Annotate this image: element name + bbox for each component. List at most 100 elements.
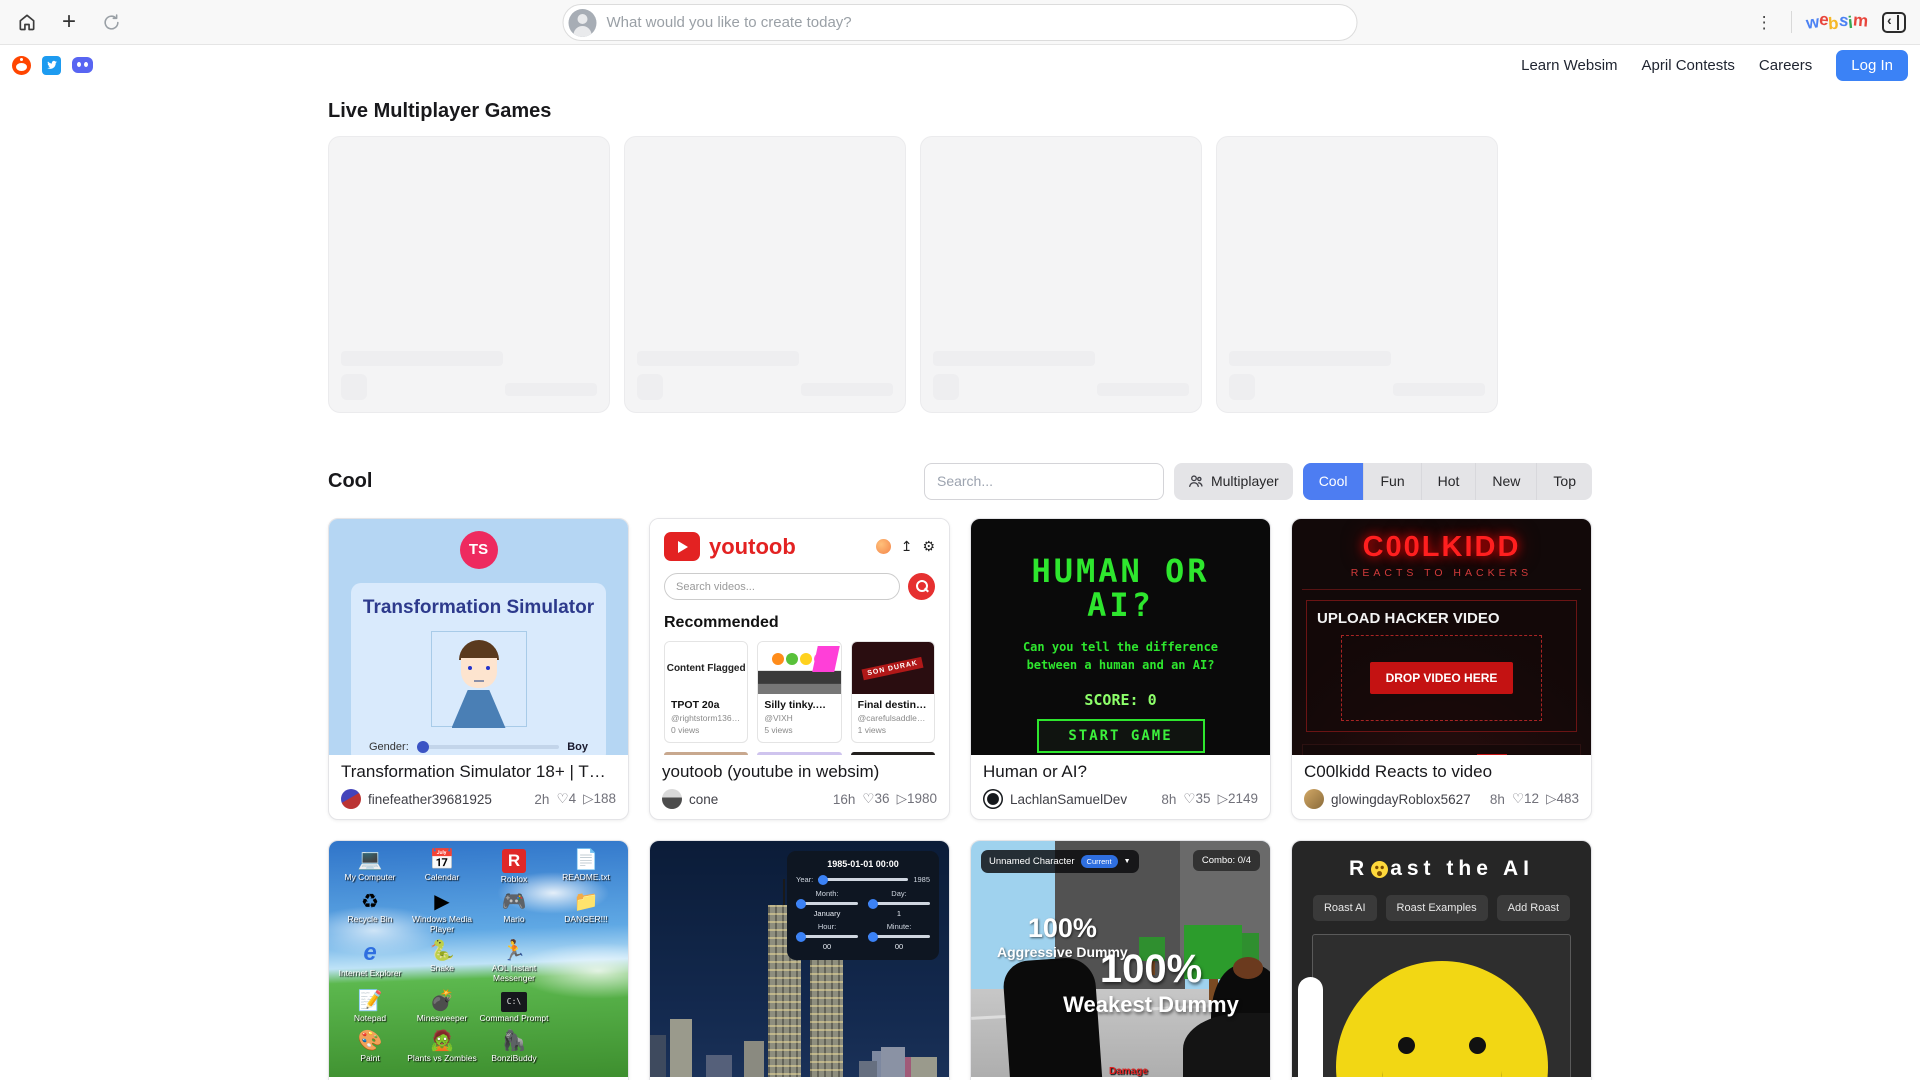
overflow-menu-icon[interactable]: ⋮ bbox=[1752, 14, 1777, 31]
game-card[interactable]: youtoob ↥ ⚙ Search videos... Recommended… bbox=[649, 518, 950, 820]
video-search-icon bbox=[908, 573, 935, 600]
tab-hot[interactable]: Hot bbox=[1421, 463, 1476, 500]
desktop-icon: C:\Command Prompt bbox=[479, 990, 549, 1024]
likes-icon: ♡ bbox=[862, 791, 874, 806]
author-name[interactable]: cone bbox=[689, 792, 718, 807]
author-avatar bbox=[1304, 789, 1324, 809]
desktop-icon: 🎨Paint bbox=[335, 1030, 405, 1064]
game-card[interactable]: TS Transformation Simulator Gender: Boy bbox=[328, 518, 629, 820]
combo-counter: Combo: 0/4 bbox=[1193, 850, 1260, 871]
game-card[interactable]: Rast the AI Roast AI Roast Examples Add … bbox=[1291, 840, 1592, 1080]
create-search-input[interactable] bbox=[607, 14, 1357, 31]
twitter-icon[interactable] bbox=[42, 56, 61, 75]
multiplayer-filter-button[interactable]: Multiplayer bbox=[1174, 463, 1293, 500]
game-thumbnail: 1985-01-01 00:00 Year: 1985 Month: Day: … bbox=[650, 841, 949, 1077]
game-title[interactable]: youtoob (youtube in websim) bbox=[662, 762, 937, 782]
sort-tabs: Cool Fun Hot New Top bbox=[1303, 463, 1592, 500]
game-card[interactable]: C00LKIDD REACTS TO HACKERS UPLOAD HACKER… bbox=[1291, 518, 1592, 820]
desktop-icon: eInternet Explorer bbox=[335, 940, 405, 984]
desktop-icon: 📝Notepad bbox=[335, 990, 405, 1024]
tab-fun[interactable]: Fun bbox=[1363, 463, 1420, 500]
tab-cool[interactable]: Cool bbox=[1303, 463, 1364, 500]
current-badge: Current bbox=[1081, 855, 1118, 868]
thumb-heading: Transformation Simulator bbox=[361, 597, 596, 619]
hour-slider bbox=[796, 935, 858, 938]
game-card[interactable]: HUMAN ORAI? Can you tell the differenceb… bbox=[970, 518, 1271, 820]
author-name[interactable]: glowingdayRoblox5627 bbox=[1331, 792, 1471, 807]
nav-bar: Learn Websim April Contests Careers Log … bbox=[0, 45, 1920, 85]
refresh-icon[interactable] bbox=[98, 9, 124, 35]
author-name[interactable]: finefeather39681925 bbox=[368, 792, 492, 807]
character-selector: Unnamed Character Current ▼ bbox=[981, 850, 1139, 873]
live-game-card-skeleton[interactable] bbox=[624, 136, 906, 413]
peach-icon bbox=[876, 539, 891, 554]
game-card[interactable]: 1985-01-01 00:00 Year: 1985 Month: Day: … bbox=[649, 840, 950, 1080]
game-thumbnail: C00LKIDD REACTS TO HACKERS UPLOAD HACKER… bbox=[1292, 519, 1591, 755]
discord-icon[interactable] bbox=[72, 57, 93, 73]
damage-label: Damage bbox=[1109, 1066, 1148, 1077]
login-button[interactable]: Log In bbox=[1836, 50, 1908, 81]
add-roast-button: Add Roast bbox=[1497, 895, 1570, 921]
likes-icon: ♡ bbox=[1183, 791, 1195, 806]
create-search-bar[interactable] bbox=[563, 4, 1358, 41]
smiley-face bbox=[1336, 961, 1548, 1077]
nav-link-contests[interactable]: April Contests bbox=[1642, 57, 1735, 74]
game-card[interactable]: 100%Aggressive Dummy 100%Weakest Dummy U… bbox=[970, 840, 1271, 1080]
game-thumbnail: Rast the AI Roast AI Roast Examples Add … bbox=[1292, 841, 1591, 1077]
game-thumbnail: 💻My Computer 📅Calendar RRoblox 📄README.t… bbox=[329, 841, 628, 1077]
cool-section-title: Cool bbox=[328, 470, 372, 493]
author-avatar bbox=[662, 789, 682, 809]
desktop-icon: 🐍Snake bbox=[407, 940, 477, 984]
desktop-icon: ▶Windows Media Player bbox=[407, 891, 477, 935]
game-title[interactable]: Human or AI? bbox=[983, 762, 1258, 782]
desktop-icon: 🧟Plants vs Zombies bbox=[407, 1030, 477, 1064]
author-avatar bbox=[341, 789, 361, 809]
start-game-button: START GAME bbox=[1037, 719, 1205, 753]
roast-ai-button: Roast AI bbox=[1313, 895, 1377, 921]
video-card: Silly tinky.mp4 @VIXH 5 views bbox=[757, 641, 841, 743]
nav-link-careers[interactable]: Careers bbox=[1759, 57, 1812, 74]
websim-logo[interactable]: websim bbox=[1806, 12, 1868, 32]
video-card: Content Flagged TPOT 20a @rightstorm1369… bbox=[664, 641, 748, 743]
home-icon[interactable] bbox=[14, 9, 40, 35]
plays-icon: ▷ bbox=[1546, 791, 1556, 806]
games-search-input[interactable] bbox=[924, 463, 1164, 500]
ts-logo-badge: TS bbox=[460, 531, 498, 569]
likes-icon: ♡ bbox=[556, 791, 568, 806]
game-stats: 8h ♡12 ▷483 bbox=[1490, 791, 1579, 807]
game-title[interactable]: C00lkidd Reacts to video bbox=[1304, 762, 1579, 782]
game-card[interactable]: 💻My Computer 📅Calendar RRoblox 📄README.t… bbox=[328, 840, 629, 1080]
nav-link-learn[interactable]: Learn Websim bbox=[1521, 57, 1617, 74]
new-tab-icon[interactable]: + bbox=[56, 9, 82, 35]
plays-icon: ▷ bbox=[897, 791, 907, 806]
game-title[interactable]: Transformation Simulator 18+ | TS… bbox=[341, 762, 616, 782]
plays-icon: ▷ bbox=[583, 791, 593, 806]
game-stats: 8h ♡35 ▷2149 bbox=[1161, 791, 1258, 807]
tab-top[interactable]: Top bbox=[1536, 463, 1592, 500]
year-slider bbox=[818, 878, 908, 881]
live-game-card-skeleton[interactable] bbox=[1216, 136, 1498, 413]
sidebar-toggle-icon[interactable] bbox=[1882, 12, 1906, 33]
desktop-icon: 🏃AOL Instant Messenger bbox=[479, 940, 549, 984]
game-thumbnail: TS Transformation Simulator Gender: Boy bbox=[329, 519, 628, 755]
reddit-icon[interactable] bbox=[12, 56, 31, 75]
youtoob-logo-icon bbox=[664, 532, 700, 561]
roast-examples-button: Roast Examples bbox=[1386, 895, 1488, 921]
desktop-icon: 🦍BonziBuddy bbox=[479, 1030, 549, 1064]
desktop-icon: ♻Recycle Bin bbox=[335, 891, 405, 935]
game-thumbnail: HUMAN ORAI? Can you tell the differenceb… bbox=[971, 519, 1270, 755]
chevron-down-icon: ▼ bbox=[1124, 858, 1131, 865]
live-section-title: Live Multiplayer Games bbox=[328, 100, 1592, 123]
minute-slider bbox=[868, 935, 930, 938]
live-game-card-skeleton[interactable] bbox=[920, 136, 1202, 413]
desktop-icon: 📁DANGER!!! bbox=[551, 891, 621, 935]
author-avatar bbox=[983, 789, 1003, 809]
gear-icon: ⚙ bbox=[922, 538, 935, 555]
tab-new[interactable]: New bbox=[1475, 463, 1536, 500]
author-name[interactable]: LachlanSamuelDev bbox=[1010, 792, 1127, 807]
smiley-icon bbox=[1371, 861, 1388, 878]
desktop-icon: 💣Minesweeper bbox=[407, 990, 477, 1024]
games-grid: TS Transformation Simulator Gender: Boy bbox=[328, 518, 1592, 1080]
live-game-card-skeleton[interactable] bbox=[328, 136, 610, 413]
desktop-icon: 📅Calendar bbox=[407, 849, 477, 885]
